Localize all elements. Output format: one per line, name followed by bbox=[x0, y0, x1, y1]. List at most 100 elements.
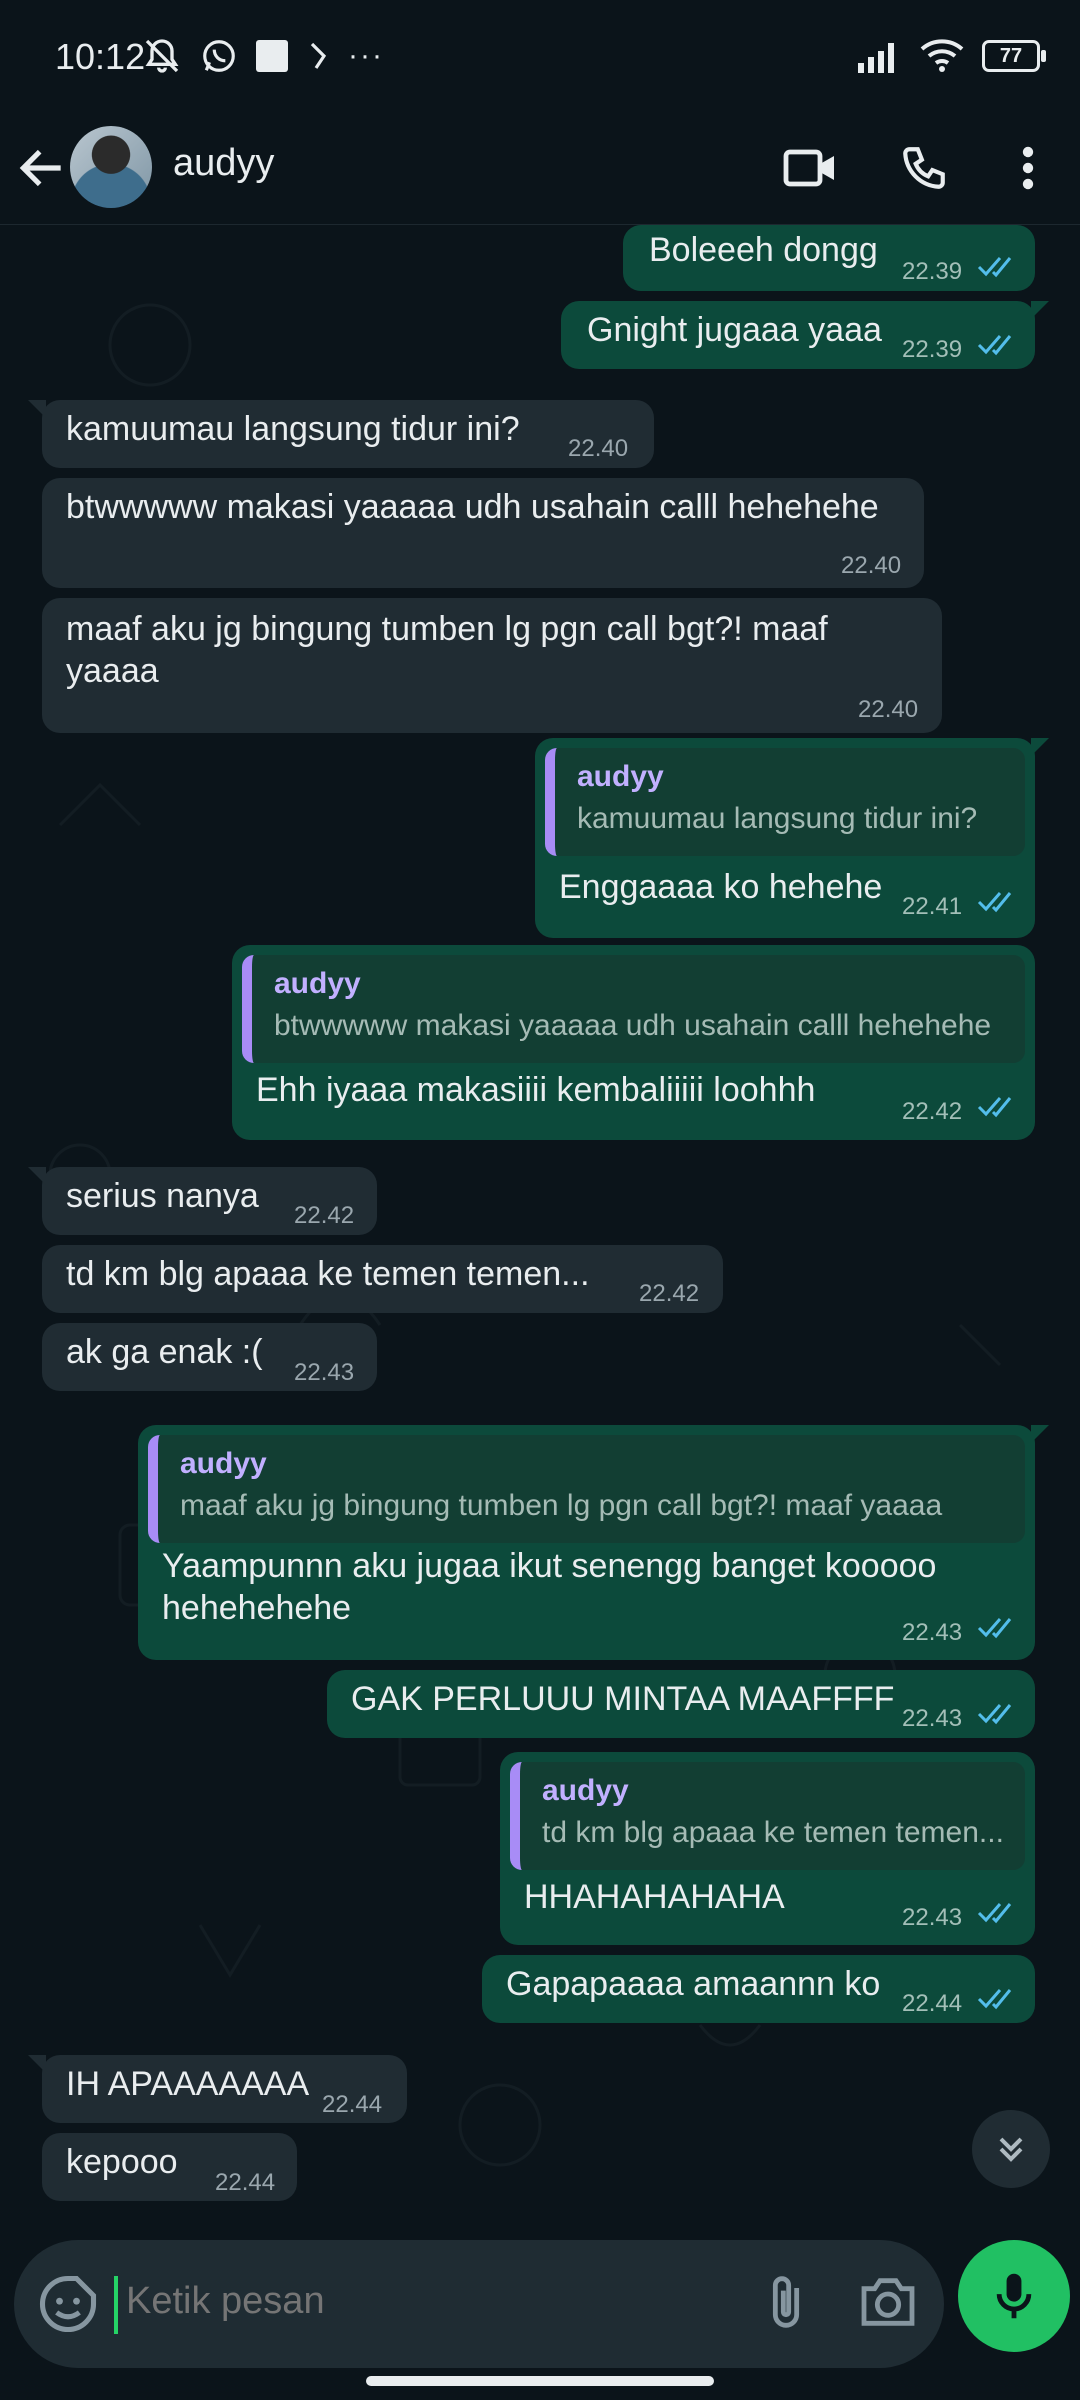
message-bubble-incoming[interactable]: kepooo 22.44 bbox=[42, 2133, 297, 2201]
read-receipt-icon bbox=[977, 1903, 1012, 1924]
read-receipt-icon bbox=[977, 257, 1012, 278]
message-bubble-outgoing-reply[interactable]: audyy td km blg apaaa ke temen temen... … bbox=[500, 1752, 1035, 1945]
read-receipt-icon bbox=[977, 1097, 1012, 1118]
message-time: 22.40 bbox=[841, 552, 902, 579]
menu-button[interactable] bbox=[996, 136, 1060, 200]
status-right-icons: 77 bbox=[856, 36, 1046, 76]
message-bubble-outgoing-reply[interactable]: audyy kamuumau langsung tidur ini? Engga… bbox=[535, 738, 1049, 938]
message-composer bbox=[14, 2240, 944, 2368]
message-bubble-outgoing[interactable]: Boleeeh dongg 22.39 bbox=[623, 225, 1035, 291]
message-text: Gapapaaaa amaannn ko bbox=[506, 1965, 881, 2003]
message-time: 22.40 bbox=[568, 435, 629, 462]
message-text: ak ga enak :( bbox=[66, 1333, 263, 1371]
message-time: 22.44 bbox=[322, 2091, 383, 2118]
emoji-button[interactable] bbox=[34, 2270, 102, 2338]
voice-record-button[interactable] bbox=[958, 2240, 1070, 2352]
message-time: 22.44 bbox=[902, 1990, 963, 2017]
video-call-button[interactable] bbox=[778, 136, 842, 200]
message-time: 22.43 bbox=[294, 1359, 355, 1386]
camera-button[interactable] bbox=[856, 2272, 924, 2336]
message-time: 22.43 bbox=[902, 1904, 963, 1931]
quoted-message[interactable]: audyy td km blg apaaa ke temen temen... bbox=[510, 1762, 1025, 1870]
quoted-text: btwwwww makasi yaaaaa udh usahain calll … bbox=[274, 1009, 992, 1042]
message-text: Yaampunnn aku jugaa ikut senengg banget … bbox=[162, 1547, 937, 1627]
message-bubble-incoming[interactable]: serius nanya 22.42 bbox=[28, 1167, 377, 1235]
video-camera-icon bbox=[783, 149, 834, 187]
chat-header: audyy bbox=[0, 112, 1080, 225]
message-bubble-outgoing[interactable]: GAK PERLUUU MINTAA MAAFFFF 22.43 bbox=[327, 1670, 1035, 1738]
message-text: kepooo bbox=[66, 2143, 178, 2181]
message-text: kamuumau langsung tidur ini? bbox=[66, 410, 520, 448]
message-bubble-outgoing[interactable]: Gapapaaaa amaannn ko 22.44 bbox=[482, 1955, 1035, 2023]
read-receipt-icon bbox=[977, 892, 1012, 913]
text-cursor bbox=[114, 2276, 118, 2334]
quoted-text: maaf aku jg bingung tumben lg pgn call b… bbox=[180, 1489, 943, 1522]
message-bubble-outgoing-reply[interactable]: audyy maaf aku jg bingung tumben lg pgn … bbox=[138, 1425, 1049, 1660]
sticker-emoji-icon bbox=[39, 2275, 97, 2333]
message-time: 22.42 bbox=[902, 1098, 963, 1125]
message-text: td km blg apaaa ke temen temen... bbox=[66, 1255, 590, 1293]
message-text: maaf aku jg bingung tumben lg pgn call b… bbox=[66, 610, 828, 690]
quoted-message[interactable]: audyy btwwwww makasi yaaaaa udh usahain … bbox=[242, 955, 1025, 1063]
message-bubble-incoming[interactable]: kamuumau langsung tidur ini? 22.40 bbox=[28, 400, 654, 468]
phone-icon bbox=[903, 147, 945, 189]
message-bubble-incoming[interactable]: maaf aku jg bingung tumben lg pgn call b… bbox=[42, 598, 942, 733]
status-time: 10:12 bbox=[55, 36, 146, 77]
camera-icon bbox=[861, 2278, 915, 2326]
bell-muted-icon bbox=[145, 39, 179, 73]
quoted-sender: audyy bbox=[274, 967, 361, 1000]
message-time: 22.42 bbox=[294, 1202, 355, 1229]
message-bubble-incoming[interactable]: IH APAAAAAAA 22.44 bbox=[28, 2055, 407, 2123]
quoted-text: kamuumau langsung tidur ini? bbox=[577, 802, 978, 835]
status-bar: 10:12 ··· 77 bbox=[0, 0, 1080, 112]
message-text: GAK PERLUUU MINTAA MAAFFFF bbox=[351, 1680, 895, 1718]
more-notifications-icon: ··· bbox=[348, 39, 384, 72]
voice-call-button[interactable] bbox=[892, 136, 956, 200]
quoted-sender: audyy bbox=[180, 1447, 267, 1480]
arrow-back-icon bbox=[19, 149, 61, 187]
message-time: 22.43 bbox=[902, 1619, 963, 1646]
message-bubble-outgoing[interactable]: Gnight jugaaa yaaa 22.39 bbox=[561, 301, 1049, 369]
square-notification-icon bbox=[256, 40, 288, 72]
double-chevron-down-icon bbox=[999, 2137, 1023, 2162]
message-bubble-incoming[interactable]: btwwwww makasi yaaaaa udh usahain calll … bbox=[42, 478, 924, 588]
message-bubble-outgoing-reply[interactable]: audyy btwwwww makasi yaaaaa udh usahain … bbox=[232, 945, 1035, 1140]
microphone-icon bbox=[996, 2273, 1032, 2319]
signal-icon bbox=[858, 43, 894, 73]
contact-name[interactable]: audyy bbox=[173, 142, 274, 185]
message-bubble-incoming[interactable]: td km blg apaaa ke temen temen... 22.42 bbox=[42, 1245, 723, 1313]
message-text: Gnight jugaaa yaaa bbox=[587, 311, 882, 349]
message-time: 22.43 bbox=[902, 1705, 963, 1732]
message-text: Boleeeh dongg bbox=[649, 231, 878, 269]
paperclip-icon bbox=[772, 2276, 800, 2328]
nfc-icon bbox=[310, 42, 327, 69]
message-input[interactable] bbox=[126, 2280, 726, 2323]
quoted-text: td km blg apaaa ke temen temen... bbox=[542, 1816, 1004, 1849]
quoted-message[interactable]: audyy kamuumau langsung tidur ini? bbox=[545, 748, 1025, 856]
quoted-sender: audyy bbox=[542, 1774, 629, 1807]
scroll-to-bottom-button[interactable] bbox=[972, 2110, 1050, 2188]
message-bubble-incoming[interactable]: ak ga enak :( 22.43 bbox=[42, 1323, 377, 1391]
attach-button[interactable] bbox=[754, 2272, 818, 2336]
home-indicator[interactable] bbox=[366, 2376, 714, 2386]
read-receipt-icon bbox=[977, 1704, 1012, 1725]
message-time: 22.39 bbox=[902, 336, 963, 363]
message-time: 22.41 bbox=[902, 893, 963, 920]
message-text: serius nanya bbox=[66, 1177, 259, 1215]
message-time: 22.42 bbox=[639, 1280, 700, 1307]
message-time: 22.39 bbox=[902, 258, 963, 285]
message-list[interactable]: Boleeeh dongg 22.39 Gnight jugaaa yaaa 2… bbox=[0, 225, 1080, 2240]
battery-indicator: 77 bbox=[982, 40, 1046, 72]
message-time: 22.44 bbox=[215, 2169, 276, 2196]
status-notification-icons: ··· bbox=[142, 36, 384, 76]
back-button[interactable] bbox=[14, 140, 70, 196]
quoted-message[interactable]: audyy maaf aku jg bingung tumben lg pgn … bbox=[148, 1435, 1025, 1543]
message-text: Ehh iyaaa makasiiii kembaliiiii loohhh bbox=[256, 1071, 816, 1109]
message-text: HHAHAHAHAHA bbox=[524, 1878, 785, 1916]
read-receipt-icon bbox=[977, 335, 1012, 356]
more-vertical-icon bbox=[1022, 146, 1034, 190]
whatsapp-icon bbox=[203, 40, 235, 72]
read-receipt-icon bbox=[977, 1618, 1012, 1639]
avatar[interactable] bbox=[70, 126, 152, 208]
wifi-icon bbox=[920, 39, 964, 72]
